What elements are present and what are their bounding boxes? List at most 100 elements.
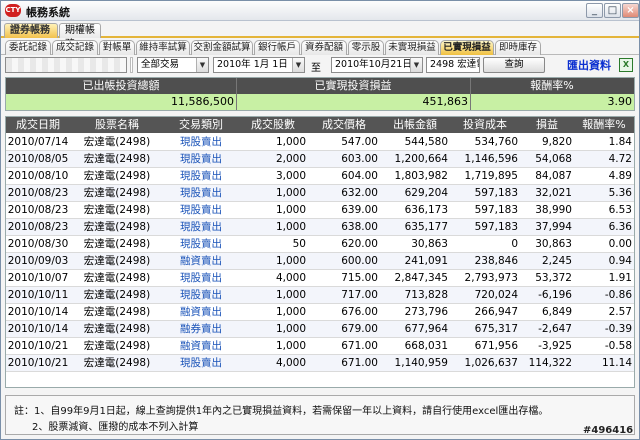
summary-header-realized-pnl: 已實現投資損益 xyxy=(314,79,392,92)
summary-divider xyxy=(470,78,471,110)
table-row[interactable]: 2010/10/11 宏達電(2498) 現股賣出 1,000 717.00 713,82… xyxy=(6,287,634,304)
cell-pnl: 37,994 xyxy=(535,221,572,233)
table-row[interactable]: 2010/10/21 宏達電(2498) 融資賣出 1,000 671.00 668,03… xyxy=(6,338,634,355)
stock-input[interactable]: 2498 宏達電 xyxy=(426,57,480,73)
cell-shares: 50 xyxy=(292,238,306,250)
tab-realtime-inventory[interactable]: 即時庫存 xyxy=(495,40,541,55)
column-header-trade-date[interactable]: 成交日期 xyxy=(6,117,70,133)
tab-bank-account[interactable]: 銀行帳戶 xyxy=(254,40,300,55)
tab-unrealized-pnl[interactable]: 未實現損益 xyxy=(385,40,439,55)
cell-return-rate: 0.94 xyxy=(608,255,632,267)
tab-trade-records[interactable]: 成交記錄 xyxy=(52,40,98,55)
table-row[interactable]: 2010/08/23 宏達電(2498) 現股賣出 1,000 638.00 635,17… xyxy=(6,219,634,236)
title-bar: CTY 帳務系統 _ □ × xyxy=(1,1,639,21)
export-data-link[interactable]: 匯出資料 xyxy=(567,57,611,73)
excel-icon[interactable]: X xyxy=(619,58,633,72)
table-row[interactable]: 2010/10/07 宏達電(2498) 現股賣出 4,000 715.00 2,847,… xyxy=(6,270,634,287)
cell-shares: 1,000 xyxy=(275,187,306,199)
cell-return-rate: 1.84 xyxy=(608,136,632,148)
cell-price: 679.00 xyxy=(341,323,378,335)
minimize-button[interactable]: _ xyxy=(586,3,603,18)
cell-return-rate: 6.36 xyxy=(608,221,632,233)
cell-price: 715.00 xyxy=(341,272,378,284)
cell-trade-date: 2010/10/11 xyxy=(7,289,69,301)
date-range-separator: 至 xyxy=(311,63,321,74)
tab-statement[interactable]: 對帳單 xyxy=(99,40,135,55)
column-header-stock-name[interactable]: 股票名稱 xyxy=(70,117,164,133)
table-row[interactable]: 2010/10/21 宏達電(2498) 現股賣出 4,000 671.00 1,140,… xyxy=(6,355,634,372)
cell-pnl: 6,849 xyxy=(541,306,572,318)
query-button[interactable]: 查詢 xyxy=(483,57,545,73)
tab-order-records[interactable]: 委託記錄 xyxy=(5,40,51,55)
cell-trade-type: 融資賣出 xyxy=(180,306,222,318)
tab-settlement-calc[interactable]: 交割金額試算 xyxy=(191,40,253,55)
cell-trade-date: 2010/08/05 xyxy=(7,153,69,165)
column-header-settle-amount[interactable]: 出帳金額 xyxy=(380,117,450,133)
tab-realized-pnl[interactable]: 已實現損益 xyxy=(440,40,494,55)
cell-return-rate: 0.00 xyxy=(608,238,632,250)
cell-cost: 534,760 xyxy=(474,136,518,148)
column-header-return-rate[interactable]: 報酬率% xyxy=(574,117,634,133)
cell-settle-amount: 30,863 xyxy=(411,238,448,250)
tab-quota[interactable]: 資券配額 xyxy=(301,40,347,55)
tab-margin-ratio-calc[interactable]: 維持率試算 xyxy=(136,40,190,55)
table-row[interactable]: 2010/10/14 宏達電(2498) 融資賣出 1,000 676.00 273,79… xyxy=(6,304,634,321)
column-header-cost[interactable]: 投資成本 xyxy=(450,117,520,133)
chevron-down-icon[interactable]: ▼ xyxy=(410,58,422,72)
cell-pnl: 9,820 xyxy=(541,136,572,148)
cell-stock-name: 宏達電(2498) xyxy=(83,306,151,318)
maximize-button[interactable]: □ xyxy=(604,3,621,18)
chevron-down-icon[interactable]: ▼ xyxy=(292,58,304,72)
cell-cost: 597,183 xyxy=(474,204,518,216)
cell-price: 639.00 xyxy=(341,204,378,216)
table-row[interactable]: 2010/08/23 宏達電(2498) 現股賣出 1,000 639.00 636,17… xyxy=(6,202,634,219)
trade-type-select[interactable]: 全部交易 ▼ xyxy=(137,57,209,73)
cell-trade-type: 現股賣出 xyxy=(180,204,222,216)
cell-price: 620.00 xyxy=(341,238,378,250)
cell-shares: 1,000 xyxy=(275,289,306,301)
account-select[interactable] xyxy=(5,57,127,73)
table-row[interactable]: 2010/09/03 宏達電(2498) 融資賣出 1,000 600.00 241,09… xyxy=(6,253,634,270)
close-button[interactable]: × xyxy=(622,3,639,18)
table-row[interactable]: 2010/08/30 宏達電(2498) 現股賣出 50 620.00 30,863 0 30… xyxy=(6,236,634,253)
cell-settle-amount: 1,140,959 xyxy=(394,357,448,369)
cell-stock-name: 宏達電(2498) xyxy=(83,289,151,301)
note-line-1: 註：1、自99年9月1日起，線上查詢提供1年內之已實現損益資料，若需保留一年以上… xyxy=(14,406,549,417)
cell-cost: 238,846 xyxy=(474,255,518,267)
cell-price: 603.00 xyxy=(341,153,378,165)
column-header-pnl[interactable]: 損益 xyxy=(520,117,574,133)
table-row[interactable]: 2010/08/23 宏達電(2498) 現股賣出 1,000 632.00 629,20… xyxy=(6,185,634,202)
cell-pnl: 30,863 xyxy=(535,238,572,250)
cell-cost: 675,317 xyxy=(474,323,518,335)
summary-value-row: 11,586,500 451,863 3.90 xyxy=(6,94,634,110)
summary-header-total-invested: 已出帳投資總額 xyxy=(82,79,160,92)
column-header-trade-type[interactable]: 交易類別 xyxy=(164,117,238,133)
cell-cost: 2,793,973 xyxy=(464,272,518,284)
cell-shares: 1,000 xyxy=(275,306,306,318)
tab-securities-account[interactable]: 證券帳務 xyxy=(4,23,58,38)
cell-trade-date: 2010/09/03 xyxy=(7,255,69,267)
cell-trade-date: 2010/10/14 xyxy=(7,323,69,335)
cell-stock-name: 宏達電(2498) xyxy=(83,221,151,233)
start-date-picker[interactable]: 2010年 1月 1日 ▼ xyxy=(213,57,305,73)
table-row[interactable]: 2010/08/05 宏達電(2498) 現股賣出 2,000 603.00 1,200,… xyxy=(6,151,634,168)
cell-stock-name: 宏達電(2498) xyxy=(83,153,151,165)
cell-trade-type: 融資賣出 xyxy=(180,340,222,352)
cell-shares: 1,000 xyxy=(275,340,306,352)
table-row[interactable]: 2010/08/10 宏達電(2498) 現股賣出 3,000 604.00 1,803,… xyxy=(6,168,634,185)
tab-odd-lot[interactable]: 零示股 xyxy=(348,40,384,55)
chevron-down-icon[interactable]: ▼ xyxy=(196,58,208,72)
cell-return-rate: 1.91 xyxy=(608,272,632,284)
column-header-price[interactable]: 成交價格 xyxy=(308,117,380,133)
summary-realized-pnl: 451,863 xyxy=(422,95,469,108)
cell-stock-name: 宏達電(2498) xyxy=(83,340,151,352)
table-row[interactable]: 2010/07/14 宏達電(2498) 現股賣出 1,000 547.00 544,58… xyxy=(6,134,634,151)
column-header-shares[interactable]: 成交股數 xyxy=(238,117,308,133)
end-date-picker[interactable]: 2010年10月21日 ▼ xyxy=(331,57,423,73)
table-row[interactable]: 2010/10/14 宏達電(2498) 融券賣出 1,000 679.00 677,96… xyxy=(6,321,634,338)
cell-cost: 720,024 xyxy=(474,289,518,301)
cell-trade-date: 2010/10/21 xyxy=(7,357,69,369)
cell-cost: 597,183 xyxy=(474,187,518,199)
tab-futures-account[interactable]: 期權帳務 xyxy=(59,23,101,50)
cell-trade-type: 現股賣出 xyxy=(180,153,222,165)
